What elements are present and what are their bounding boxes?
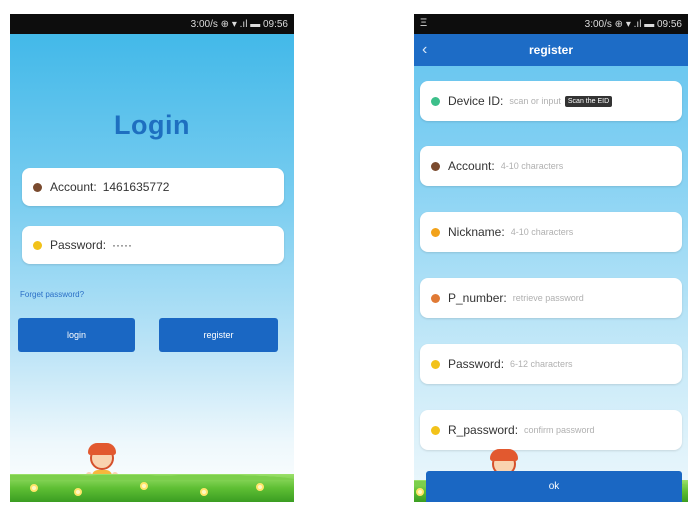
- forgot-password-link[interactable]: Forget password?: [20, 290, 84, 299]
- phone-number-field[interactable]: P_number: retrieve password: [420, 278, 682, 318]
- account-icon: [33, 182, 42, 192]
- phone-number-label: P_number:: [448, 291, 507, 305]
- password-label: Password:: [50, 238, 107, 252]
- confirm-password-label: R_password:: [448, 423, 519, 437]
- password-field[interactable]: Password: ·····: [22, 226, 284, 264]
- status-text: 3:00/s ⊕ ▾ .ıl ▬ 09:56: [584, 18, 682, 30]
- phone-number-icon: [431, 293, 440, 303]
- account-label: Account:: [448, 159, 495, 173]
- phone-number-placeholder[interactable]: retrieve password: [513, 293, 584, 303]
- register-button[interactable]: register: [159, 318, 278, 352]
- status-text: 3:00/s ⊕ ▾ .ıl ▬ 09:56: [190, 18, 288, 30]
- ok-button[interactable]: ok: [426, 471, 682, 502]
- grass-decoration: [10, 468, 294, 502]
- password-field[interactable]: Password: 6-12 characters: [420, 344, 682, 384]
- status-bar: Ξ 3:00/s ⊕ ▾ .ıl ▬ 09:56: [414, 14, 688, 34]
- device-id-field[interactable]: Device ID: scan or input Scan the EID: [420, 81, 682, 121]
- scan-button[interactable]: Scan the EID: [564, 95, 613, 107]
- account-field[interactable]: Account: 4-10 characters: [420, 146, 682, 186]
- device-id-icon: [431, 96, 440, 106]
- nav-bar: ‹ register: [414, 34, 688, 66]
- register-screen: Ξ 3:00/s ⊕ ▾ .ıl ▬ 09:56 ‹ register Devi…: [414, 14, 688, 502]
- nickname-field[interactable]: Nickname: 4-10 characters: [420, 212, 682, 252]
- status-bar: 3:00/s ⊕ ▾ .ıl ▬ 09:56: [10, 14, 294, 34]
- account-value[interactable]: 1461635772: [103, 180, 170, 194]
- nickname-label: Nickname:: [448, 225, 505, 239]
- nav-title: register: [528, 43, 574, 57]
- password-placeholder[interactable]: 6-12 characters: [510, 359, 573, 369]
- account-icon: [431, 161, 440, 171]
- device-id-placeholder[interactable]: scan or input: [509, 96, 561, 106]
- page-title: Login: [114, 110, 190, 140]
- account-placeholder[interactable]: 4-10 characters: [501, 161, 564, 171]
- confirm-password-placeholder[interactable]: confirm password: [524, 425, 595, 435]
- nickname-placeholder[interactable]: 4-10 characters: [511, 227, 574, 237]
- login-button[interactable]: login: [18, 318, 135, 352]
- device-id-label: Device ID:: [448, 94, 504, 108]
- login-screen: 3:00/s ⊕ ▾ .ıl ▬ 09:56 Login Account: 14…: [10, 14, 294, 502]
- password-value[interactable]: ·····: [112, 238, 132, 252]
- confirm-password-field[interactable]: R_password: confirm password: [420, 410, 682, 450]
- password-icon: [431, 359, 440, 369]
- password-label: Password:: [448, 357, 505, 371]
- password-icon: [33, 240, 42, 250]
- account-field[interactable]: Account: 1461635772: [22, 168, 284, 206]
- account-label: Account:: [50, 180, 97, 194]
- menu-icon: Ξ: [420, 17, 428, 29]
- nickname-icon: [431, 227, 440, 237]
- confirm-password-icon: [431, 425, 440, 435]
